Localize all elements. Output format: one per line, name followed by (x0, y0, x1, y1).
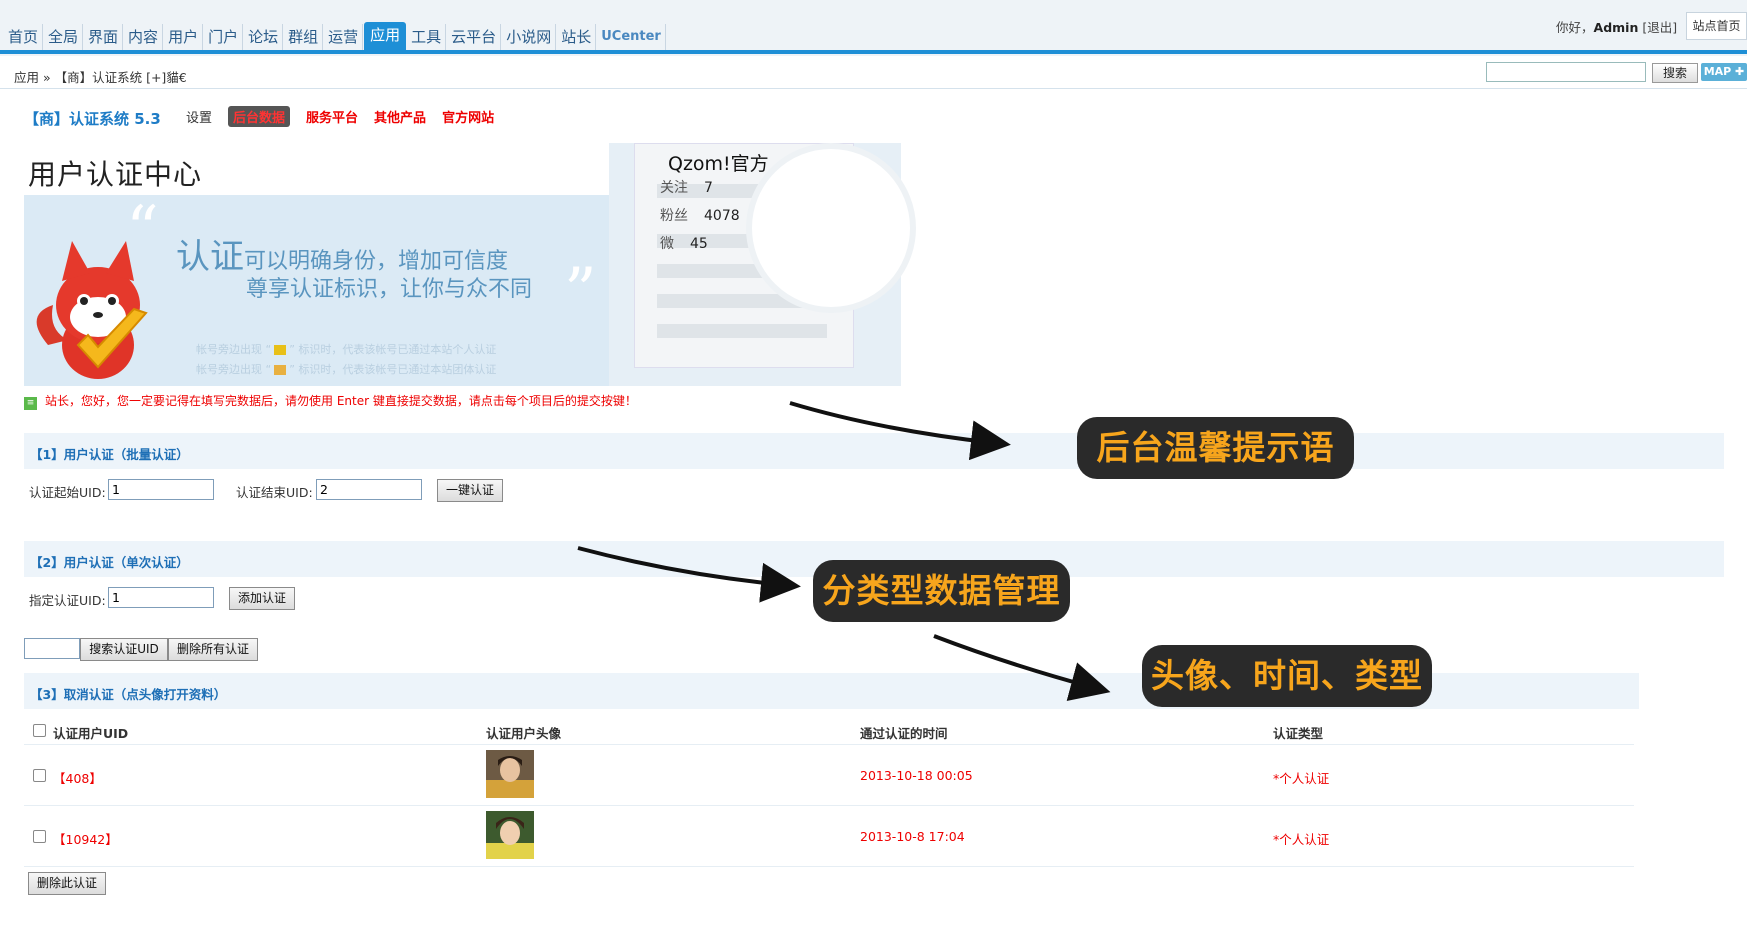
arrow-icon (933, 634, 1111, 702)
callout-data-management: 分类型数据管理 (813, 560, 1070, 622)
annotation-arrows (577, 401, 1111, 702)
arrow-icon (577, 546, 801, 603)
callout-avatar-time-type: 头像、时间、类型 (1142, 645, 1432, 707)
callout-admin-tips: 后台温馨提示语 (1077, 417, 1354, 479)
arrow-icon (789, 401, 1011, 461)
